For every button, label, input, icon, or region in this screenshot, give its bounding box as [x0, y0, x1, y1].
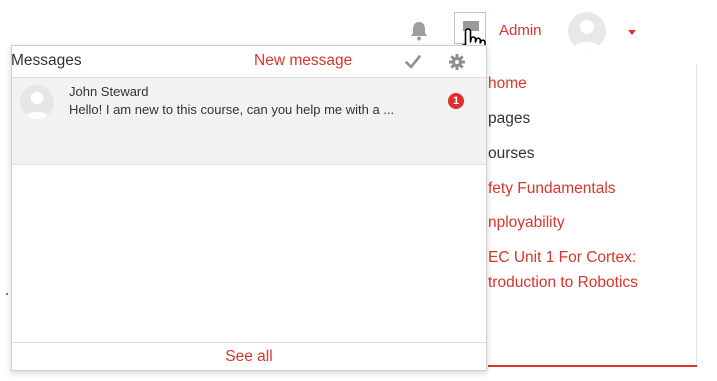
popover-header: Messages New message — [11, 46, 486, 78]
background-link[interactable]: fety Fundamentals — [488, 180, 616, 198]
message-list-item[interactable]: John Steward Hello! I am new to this cou… — [12, 78, 486, 165]
background-link[interactable]: troduction to Robotics — [488, 274, 638, 292]
background-link[interactable]: pages — [488, 110, 530, 128]
notification-bell-icon[interactable] — [408, 20, 430, 42]
popover-footer: See all — [12, 342, 486, 372]
background-link[interactable]: EC Unit 1 For Cortex: — [488, 249, 636, 267]
message-snippet: Hello! I am new to this course, can you … — [69, 102, 395, 117]
stray-mark — [6, 293, 8, 295]
caret-down-icon[interactable] — [628, 30, 636, 35]
unread-count-badge: 1 — [448, 93, 464, 109]
see-all-link[interactable]: See all — [12, 348, 486, 366]
user-name[interactable]: Admin — [499, 22, 542, 39]
message-sender: John Steward — [69, 84, 149, 99]
popover-title: Messages — [11, 52, 82, 69]
content-border — [696, 64, 697, 366]
background-link[interactable]: home — [488, 75, 527, 93]
mark-all-read-check-icon[interactable] — [405, 54, 421, 70]
gear-icon[interactable] — [449, 54, 465, 70]
messages-popover: Messages New message John Steward Hello!… — [11, 45, 487, 371]
user-avatar[interactable] — [568, 12, 606, 50]
accent-divider — [488, 365, 697, 367]
background-link[interactable]: ourses — [488, 145, 535, 163]
background-link[interactable]: nployability — [488, 214, 565, 232]
sender-avatar — [20, 85, 54, 119]
new-message-link[interactable]: New message — [254, 52, 352, 70]
